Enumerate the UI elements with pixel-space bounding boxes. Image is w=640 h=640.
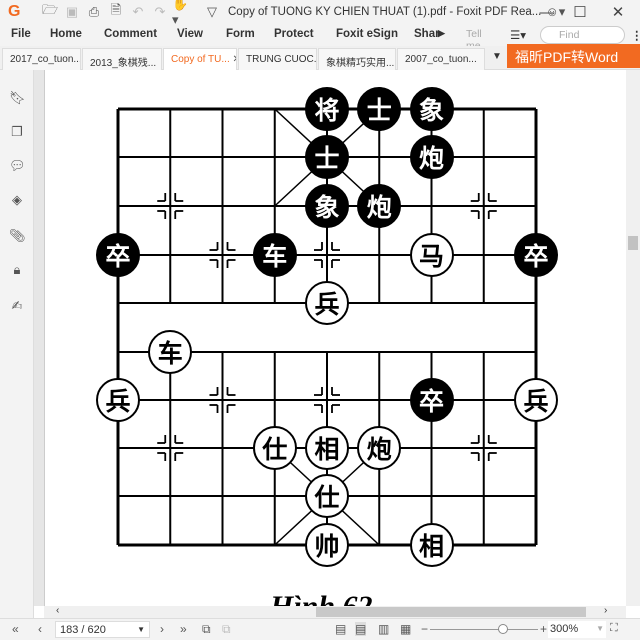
menu-home[interactable]: Home	[50, 28, 82, 40]
tab-list-dropdown-icon[interactable]: ▼	[492, 51, 502, 62]
maximize-button[interactable]: ☐	[560, 0, 600, 24]
piece-white: 仕	[305, 474, 349, 518]
scroll-right-icon[interactable]: ›	[604, 605, 607, 616]
menu-foxit-esign[interactable]: Foxit eSign	[336, 28, 398, 40]
page-dropdown-icon[interactable]: ▼	[137, 625, 145, 634]
pages-icon[interactable]: ❐	[9, 124, 25, 140]
convert-to-word-banner[interactable]: 福昕PDF转Word	[507, 44, 640, 68]
zoom-in-icon[interactable]: +	[540, 622, 547, 636]
piece-black: 车	[252, 233, 297, 277]
horizontal-scrollbar[interactable]: ‹ ›	[44, 605, 626, 618]
piece-white: 兵	[305, 281, 349, 325]
vertical-scrollbar[interactable]	[626, 70, 640, 606]
last-page-icon[interactable]: »	[180, 622, 187, 636]
save-icon[interactable]: ▣	[62, 2, 82, 22]
close-tab-icon[interactable]: ✕	[233, 54, 236, 65]
menu-file[interactable]: File	[11, 28, 31, 40]
search-options-icon[interactable]: ☰▾	[510, 28, 526, 42]
piece-white: 马	[409, 233, 454, 277]
piece-black: 卒	[514, 233, 558, 277]
piece-white: 相	[409, 523, 454, 567]
security-icon[interactable]: 🔒︎	[9, 262, 25, 278]
vertical-scroll-thumb[interactable]	[628, 236, 638, 250]
piece-black: 炮	[409, 135, 454, 179]
close-button[interactable]: ✕	[598, 0, 638, 24]
piece-white: 相	[305, 426, 349, 470]
page-number-input[interactable]: 183 / 620 ▼	[55, 621, 150, 638]
continuous-page-icon[interactable]: ▤	[355, 622, 367, 636]
zoom-slider-handle[interactable]	[498, 624, 508, 634]
menu-form[interactable]: Form	[226, 28, 255, 40]
status-bar: « ‹ 183 / 620 ▼ › » ⧉ ⧉ ▤ ▤ ▥ ▦ − + 300% ▼…	[0, 618, 640, 640]
tab-document[interactable]: 2013_象棋残...	[82, 48, 162, 70]
fullscreen-icon[interactable]: ⛶	[610, 622, 618, 635]
window-title: Copy of TUONG KY CHIEN THUAT (1).pdf - F…	[228, 6, 542, 18]
tab-document-active[interactable]: Copy of TU... ✕	[163, 48, 237, 70]
menu-comment[interactable]: Comment	[104, 28, 157, 40]
piece-white: 兵	[514, 378, 558, 422]
menu-protect[interactable]: Protect	[274, 28, 314, 40]
menu-view[interactable]: View	[177, 28, 203, 40]
bookmark-icon[interactable]: 🔖︎	[9, 90, 26, 106]
scroll-left-icon[interactable]: ‹	[56, 605, 59, 616]
piece-black: 卒	[96, 233, 140, 277]
piece-black: 士	[357, 87, 402, 131]
attachment-icon[interactable]: 📎︎	[9, 228, 26, 244]
piece-black: 将	[305, 87, 349, 131]
piece-black: 士	[305, 135, 349, 179]
zoom-dropdown-icon[interactable]: ▼	[596, 624, 604, 633]
piece-white: 车	[148, 330, 193, 374]
single-page-icon[interactable]: ▤	[335, 622, 346, 636]
pdf-page: 将士象士炮象炮卒车马卒兵车兵卒兵仕相炮仕帅相 Hình 62	[44, 70, 626, 606]
menu-bar: File Home Comment View Form Protect Foxi…	[0, 24, 640, 52]
tab-document[interactable]: 象棋精巧实用...	[318, 48, 396, 70]
rotate-view-icon[interactable]: ⧉	[202, 622, 211, 637]
zoom-out-icon[interactable]: −	[421, 622, 428, 636]
figure-caption: Hình 62	[270, 590, 373, 606]
zoom-level-select[interactable]: 300% ▼	[548, 621, 606, 638]
extract-page-icon[interactable]: ⧉	[222, 622, 231, 637]
undo-icon[interactable]: ↶	[128, 2, 148, 22]
find-input[interactable]: Find	[540, 26, 625, 44]
continuous-facing-icon[interactable]: ▦	[400, 622, 411, 636]
comment-icon[interactable]: 💬︎	[9, 158, 26, 174]
redo-icon[interactable]: ↷	[150, 2, 170, 22]
tell-me-input[interactable]: Tell me...	[448, 26, 504, 52]
tab-document[interactable]: 2017_co_tuon...	[2, 48, 81, 70]
signature-icon[interactable]: ✍︎	[9, 298, 25, 314]
horizontal-scroll-thumb[interactable]	[316, 607, 586, 617]
piece-black: 卒	[409, 378, 454, 422]
open-icon[interactable]: 🗁	[40, 2, 60, 22]
piece-white: 仕	[252, 426, 297, 470]
next-page-icon[interactable]: ›	[160, 622, 164, 636]
title-bar: G 🗁 ▣ ⎙ 🗎 ↶ ↷ ✋▾ ▽ Copy of TUONG KY CHIE…	[0, 0, 640, 27]
tab-document[interactable]: TRUNG CUOC...	[238, 48, 317, 70]
more-options-icon[interactable]: ⋮	[631, 28, 640, 42]
zoom-slider[interactable]	[430, 629, 538, 630]
layers-icon[interactable]: ◈	[9, 192, 25, 208]
piece-white: 帅	[305, 523, 349, 567]
piece-black: 象	[305, 184, 349, 228]
print-icon[interactable]: ⎙	[84, 2, 104, 22]
menu-share[interactable]: Shar	[414, 28, 438, 40]
piece-black: 炮	[357, 184, 402, 228]
previous-page-icon[interactable]: ‹	[38, 622, 42, 636]
customize-icon[interactable]: ▽	[202, 2, 222, 22]
piece-white: 兵	[96, 378, 140, 422]
properties-icon[interactable]: 🗎	[106, 2, 126, 22]
piece-black: 象	[409, 87, 454, 131]
first-page-icon[interactable]: «	[12, 622, 19, 636]
facing-page-icon[interactable]: ▥	[378, 622, 389, 636]
hand-tool-icon[interactable]: ✋▾	[172, 0, 192, 27]
foxit-logo-icon[interactable]: G	[8, 3, 26, 21]
navigation-sidebar: 🔖︎ ❐ 💬︎ ◈ 📎︎ 🔒︎ ✍︎ ▶	[0, 70, 41, 620]
more-menu-arrow-icon[interactable]: ▶	[438, 28, 445, 39]
piece-white: 炮	[357, 426, 402, 470]
tab-document[interactable]: 2007_co_tuon...	[397, 48, 485, 70]
